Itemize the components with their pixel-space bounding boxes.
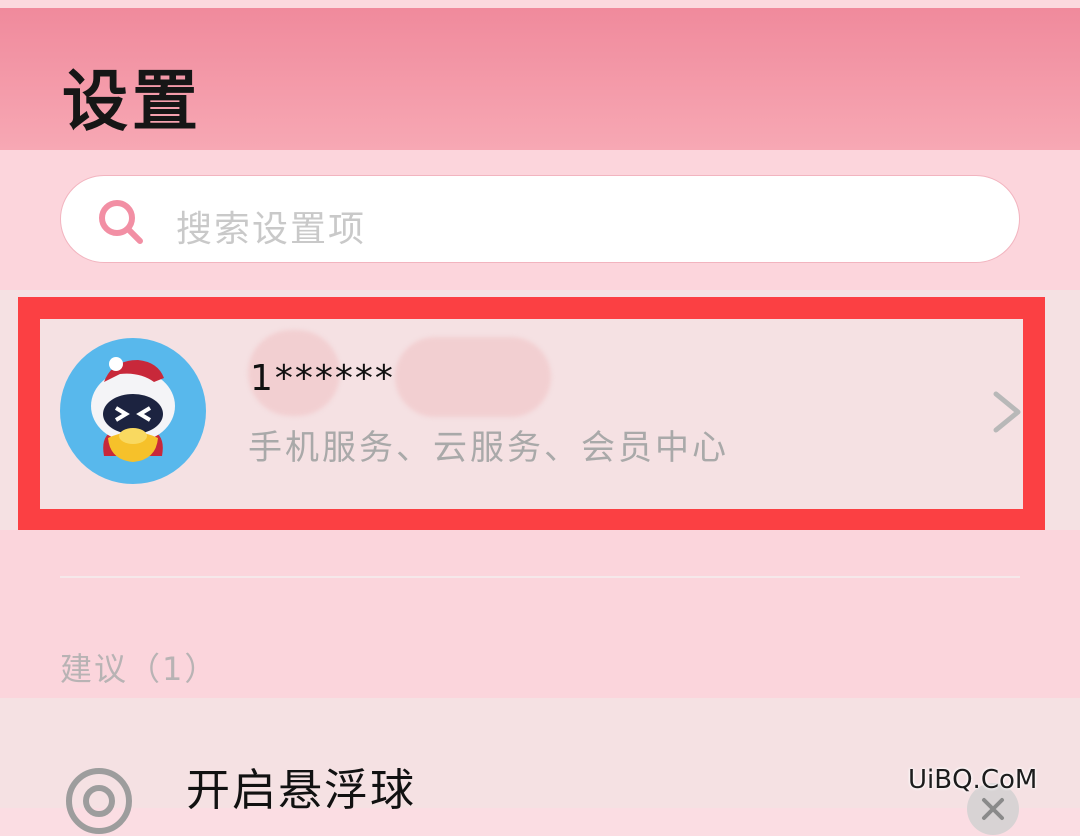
search-icon — [99, 200, 143, 244]
floating-ball-icon — [66, 768, 132, 834]
section-label: 建议（1） — [60, 650, 219, 688]
suggestion-title: 开启悬浮球 — [186, 765, 416, 816]
page-title: 设置 — [62, 63, 202, 140]
suggestions-section: 建议（1） — [0, 530, 1080, 698]
header-bar: 设置 — [0, 0, 1080, 150]
search-input[interactable]: 搜索设置项 — [60, 175, 1020, 263]
search-section: 搜索设置项 — [0, 150, 1080, 290]
highlight-frame — [18, 297, 1045, 531]
watermark: UiBQ.CoM — [908, 765, 1038, 795]
divider — [60, 576, 1020, 578]
search-placeholder: 搜索设置项 — [176, 209, 367, 250]
